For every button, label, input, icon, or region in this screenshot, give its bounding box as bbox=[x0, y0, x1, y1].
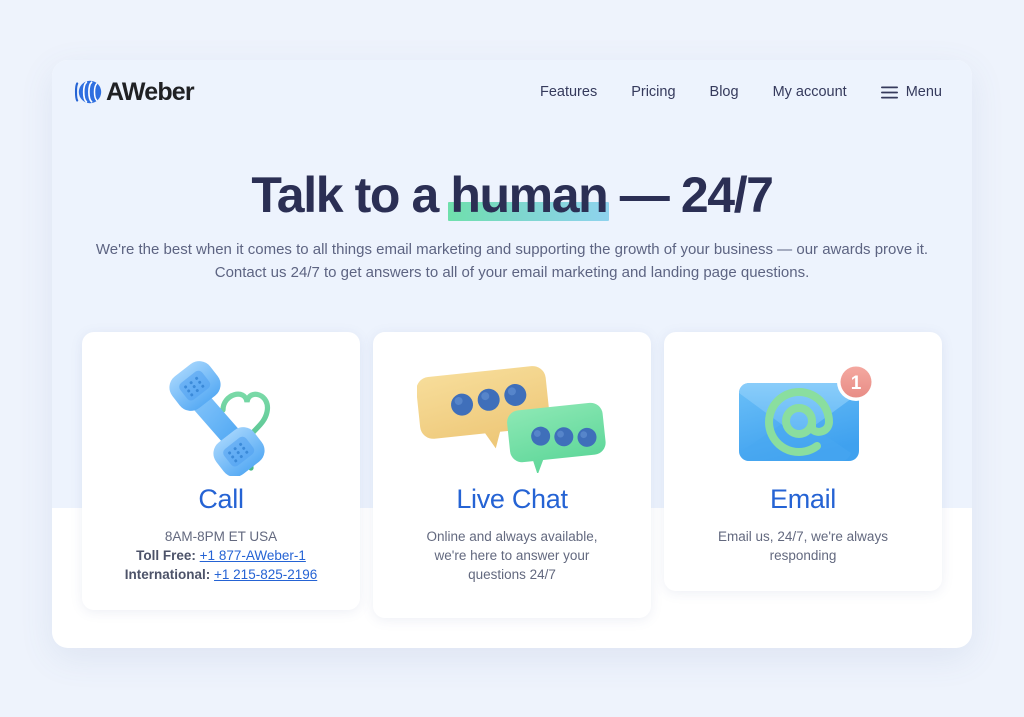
menu-button[interactable]: Menu bbox=[880, 84, 942, 100]
nav-item-my-account[interactable]: My account bbox=[773, 84, 847, 100]
nav-item-pricing[interactable]: Pricing bbox=[631, 84, 675, 100]
contact-card-call[interactable]: Call 8AM-8PM ET USA Toll Free: +1 877-AW… bbox=[82, 332, 360, 610]
email-card-title[interactable]: Email bbox=[770, 484, 836, 515]
page-subtitle: We're the best when it comes to all thin… bbox=[87, 238, 937, 284]
phone-heart-icon bbox=[169, 361, 270, 476]
main-nav: Features Pricing Blog My account Menu bbox=[540, 84, 942, 100]
call-hours: 8AM-8PM ET USA bbox=[164, 529, 278, 544]
headline-after: — 24/7 bbox=[607, 167, 774, 223]
live-chat-desc-line-1: Online and always available, bbox=[426, 529, 598, 544]
call-card-art bbox=[151, 356, 291, 478]
nav-item-blog[interactable]: Blog bbox=[710, 84, 739, 100]
hamburger-menu-icon bbox=[880, 86, 898, 98]
brand-name: AWeber bbox=[106, 77, 195, 106]
nav-item-features[interactable]: Features bbox=[540, 84, 597, 100]
call-tollfree-row: Toll Free: +1 877-AWeber-1 bbox=[125, 546, 318, 565]
call-international-row: International: +1 215-825-2196 bbox=[125, 565, 318, 584]
chat-bubbles-icon bbox=[417, 366, 606, 473]
brand-logo[interactable]: AWeber bbox=[74, 77, 195, 107]
page-title: Talk to a human — 24/7 bbox=[52, 166, 972, 224]
contact-cards: Call 8AM-8PM ET USA Toll Free: +1 877-AW… bbox=[82, 332, 942, 618]
live-chat-card-title[interactable]: Live Chat bbox=[456, 484, 568, 515]
call-tollfree-label: Toll Free: bbox=[136, 548, 196, 563]
email-envelope-icon: 1 bbox=[739, 363, 875, 461]
email-desc-line-2: responding bbox=[769, 548, 837, 563]
menu-label: Menu bbox=[905, 84, 942, 100]
call-international-link[interactable]: +1 215-825-2196 bbox=[214, 567, 317, 582]
call-card-title[interactable]: Call bbox=[198, 484, 244, 515]
email-desc-line-1: Email us, 24/7, we're always bbox=[718, 529, 888, 544]
call-international-label: International: bbox=[124, 567, 211, 582]
live-chat-card-art bbox=[417, 356, 607, 478]
call-card-body: 8AM-8PM ET USA Toll Free: +1 877-AWeber-… bbox=[125, 527, 318, 584]
live-chat-card-body: Online and always available, we're here … bbox=[426, 527, 597, 584]
call-tollfree-link[interactable]: +1 877-AWeber-1 bbox=[200, 548, 306, 563]
aweber-logo-icon bbox=[74, 80, 102, 104]
live-chat-desc-line-3: questions 24/7 bbox=[468, 567, 556, 582]
email-card-body: Email us, 24/7, we're always responding bbox=[718, 527, 888, 565]
headline-before: Talk to a bbox=[251, 167, 451, 223]
site-panel: AWeber Features Pricing Blog My account … bbox=[52, 60, 972, 648]
email-card-art: 1 bbox=[723, 356, 883, 478]
headline-highlight: human bbox=[448, 167, 610, 223]
email-badge-count: 1 bbox=[851, 373, 862, 394]
subtitle-line-1: We're the best when it comes to all thin… bbox=[95, 241, 929, 258]
contact-card-live-chat[interactable]: Live Chat Online and always available, w… bbox=[373, 332, 651, 618]
subtitle-line-2: Contact us 24/7 to get answers to all of… bbox=[214, 264, 810, 281]
live-chat-desc-line-2: we're here to answer your bbox=[434, 548, 590, 563]
site-header: AWeber Features Pricing Blog My account … bbox=[52, 60, 972, 124]
contact-card-email[interactable]: 1 Email Email us, 24/7, we're always res… bbox=[664, 332, 942, 591]
